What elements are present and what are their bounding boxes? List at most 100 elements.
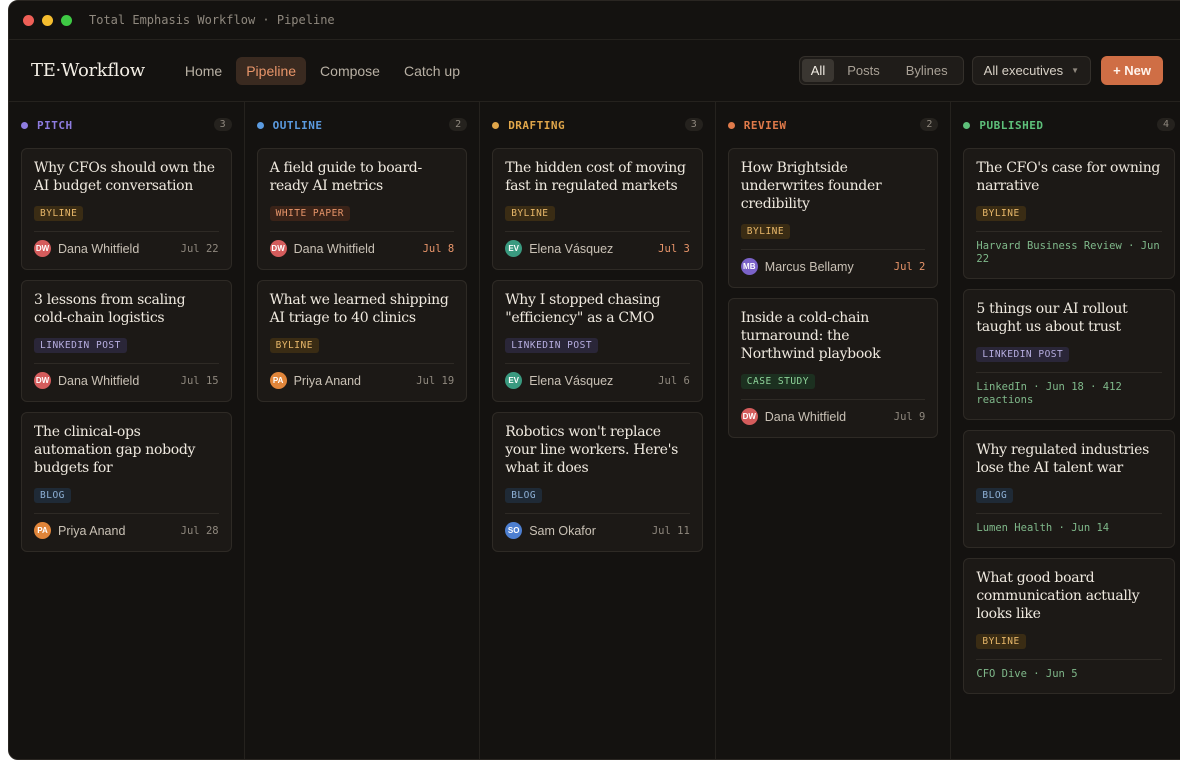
content-type-badge: BLOG xyxy=(34,488,71,503)
executive-select-value: All executives xyxy=(983,63,1064,78)
pipeline-card[interactable]: The clinical-ops automation gap nobody b… xyxy=(21,412,232,552)
card-title: The hidden cost of moving fast in regula… xyxy=(505,160,686,194)
content-type-badge: WHITE PAPER xyxy=(269,206,351,221)
title-bar: Total Emphasis Workflow · Pipeline xyxy=(9,1,1180,40)
card-title: What good board communication actually l… xyxy=(976,570,1140,622)
status-dot-icon xyxy=(256,121,264,129)
nav-pipeline[interactable]: Pipeline xyxy=(236,56,307,85)
column-header: PITCH xyxy=(21,114,232,136)
card-title: What we learned shipping AI triage to 40… xyxy=(269,292,449,326)
card-footer: EV Elena Vásquez Jul 6 xyxy=(505,363,690,389)
pipeline-card[interactable]: 5 things our AI rollout taught us about … xyxy=(963,289,1175,420)
status-dot-icon xyxy=(727,121,735,129)
card-title: Robotics won't replace your line workers… xyxy=(505,424,679,476)
content-type-badge: BLOG xyxy=(505,488,543,503)
card-footer: DW Dana Whitfield Jul 15 xyxy=(34,363,219,389)
executive-select[interactable]: All executives ▼ xyxy=(971,56,1092,85)
column-count-badge: 3 xyxy=(213,118,232,131)
pipeline-card[interactable]: Robotics won't replace your line workers… xyxy=(492,412,703,552)
content-type-badge: BYLINE xyxy=(269,338,319,353)
top-nav: TE·Workflow Home Pipeline Compose Catch … xyxy=(9,40,1180,102)
content-type-badge: BYLINE xyxy=(505,206,555,221)
author-name: Priya Anand xyxy=(293,373,362,388)
author-name: Sam Okafor xyxy=(529,523,596,538)
column-drafting: DRAFTING 3 The hidden cost of moving fast … xyxy=(480,102,716,759)
author-name: Dana Whitfield xyxy=(58,241,140,256)
author-name: Elena Vásquez xyxy=(529,241,614,256)
avatar: EV xyxy=(505,240,523,257)
status-dot-icon xyxy=(963,121,971,129)
author-name: Elena Vásquez xyxy=(529,373,614,388)
pipeline-card[interactable]: Why CFOs should own the AI budget conver… xyxy=(21,148,232,270)
column-count-badge: 2 xyxy=(449,118,468,131)
pipeline-card[interactable]: The hidden cost of moving fast in regula… xyxy=(492,148,703,270)
due-date: Jul 15 xyxy=(180,374,219,387)
avatar: DW xyxy=(34,240,51,257)
due-date: Jul 3 xyxy=(658,242,690,255)
content-type-badge: LINKEDIN POST xyxy=(505,338,599,353)
filter-all[interactable]: All xyxy=(801,59,835,82)
column-title: PUBLISHED xyxy=(979,118,1044,132)
column-title: OUTLINE xyxy=(272,118,323,132)
pipeline-card[interactable]: A field guide to board-ready AI metrics W… xyxy=(256,148,468,270)
pipeline-card[interactable]: Inside a cold-chain turnaround: the Nort… xyxy=(727,298,939,438)
column-header: REVIEW xyxy=(727,114,939,136)
column-pitch: PITCH 3 Why CFOs should own the AI budget … xyxy=(9,102,245,759)
pipeline-card[interactable]: How Brightside underwrites founder credi… xyxy=(727,148,939,288)
card-title: 3 lessons from scaling cold-chain logist… xyxy=(34,292,186,326)
card-title: 5 things our AI rollout taught us about … xyxy=(976,301,1128,335)
close-window-icon[interactable] xyxy=(23,14,34,26)
pipeline-card[interactable]: 3 lessons from scaling cold-chain logist… xyxy=(21,280,232,402)
card-title: Inside a cold-chain turnaround: the Nort… xyxy=(740,310,881,362)
card-title: Why CFOs should own the AI budget conver… xyxy=(34,160,215,194)
nav-catch-up[interactable]: Catch up xyxy=(394,57,470,85)
window-title: Total Emphasis Workflow · Pipeline xyxy=(89,13,335,27)
avatar: DW xyxy=(740,408,758,425)
content-type-badge: BYLINE xyxy=(34,206,84,221)
avatar: DW xyxy=(34,372,51,389)
due-date: Jul 8 xyxy=(422,242,455,255)
author-name: Dana Whitfield xyxy=(58,373,140,388)
minimize-window-icon[interactable] xyxy=(42,14,53,26)
card-footer: DW Dana Whitfield Jul 8 xyxy=(269,231,455,257)
column-count-badge: 4 xyxy=(1156,118,1175,131)
pipeline-card[interactable]: Why I stopped chasing "efficiency" as a … xyxy=(492,280,703,402)
maximize-window-icon[interactable] xyxy=(61,14,72,26)
filter-posts[interactable]: Posts xyxy=(834,59,893,82)
content-type-badge: BYLINE xyxy=(976,634,1026,649)
column-title: PITCH xyxy=(37,118,73,132)
toolbar: All Posts Bylines All executives ▼ + New xyxy=(798,56,1163,85)
nav-compose[interactable]: Compose xyxy=(310,57,390,85)
pipeline-board: PITCH 3 Why CFOs should own the AI budget … xyxy=(9,102,1180,759)
due-date: Jul 28 xyxy=(180,524,219,537)
column-count-badge: 3 xyxy=(684,118,703,131)
due-date: Jul 9 xyxy=(893,410,926,423)
column-review: REVIEW 2 How Brightside underwrites founde… xyxy=(716,102,952,759)
pipeline-card[interactable]: The CFO's case for owning narrative BYLIN… xyxy=(963,148,1175,279)
pipeline-card[interactable]: What good board communication actually l… xyxy=(963,558,1175,694)
card-title: How Brightside underwrites founder credi… xyxy=(740,160,882,212)
filter-bylines[interactable]: Bylines xyxy=(893,59,961,82)
avatar: PA xyxy=(34,522,51,539)
nav-home[interactable]: Home xyxy=(175,57,232,85)
content-type-badge: BYLINE xyxy=(740,224,791,239)
avatar: SO xyxy=(505,522,523,539)
card-footer: PA Priya Anand Jul 28 xyxy=(34,513,219,539)
card-footer: PA Priya Anand Jul 19 xyxy=(269,363,455,389)
due-date: Jul 2 xyxy=(893,260,926,273)
pipeline-card[interactable]: What we learned shipping AI triage to 40… xyxy=(256,280,468,402)
pipeline-card[interactable]: Why regulated industries lose the AI tal… xyxy=(963,430,1175,548)
status-dot-icon xyxy=(21,121,28,129)
content-type-badge: BYLINE xyxy=(976,206,1026,221)
content-type-badge: CASE STUDY xyxy=(740,374,815,389)
column-header: DRAFTING xyxy=(492,114,703,136)
card-title: A field guide to board-ready AI metrics xyxy=(269,160,423,194)
column-header: OUTLINE xyxy=(256,114,468,136)
new-button[interactable]: + New xyxy=(1101,56,1163,85)
content-type-filter: All Posts Bylines xyxy=(798,56,964,85)
due-date: Jul 22 xyxy=(180,242,219,255)
card-title: Why I stopped chasing "efficiency" as a … xyxy=(505,292,661,326)
column-title: REVIEW xyxy=(743,118,787,132)
publication-meta: LinkedIn · Jun 18 · 412 reactions xyxy=(976,372,1162,407)
brand-logo[interactable]: TE·Workflow xyxy=(31,60,145,81)
